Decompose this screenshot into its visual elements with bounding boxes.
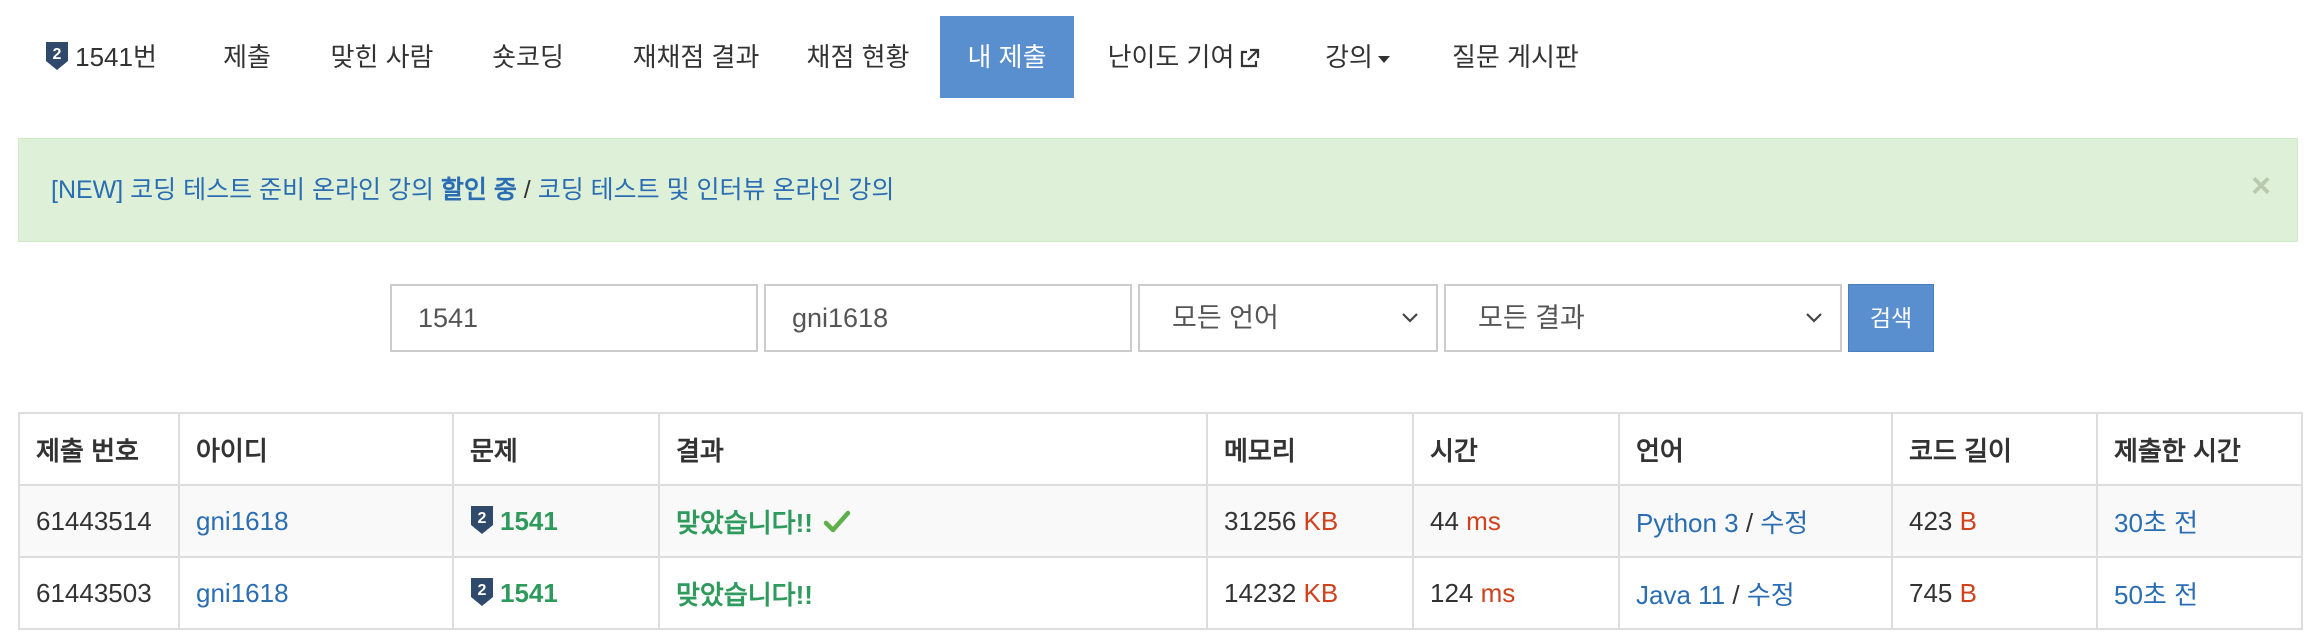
time-value: 44 xyxy=(1430,505,1459,536)
submitted-time-link[interactable]: 30초 전 xyxy=(2114,508,2198,538)
time-unit: ms xyxy=(1480,577,1516,608)
code-length-cell: 745 B xyxy=(1891,556,2098,630)
table-header-row: 제출 번호 아이디 문제 결과 메모리 시간 언어 코드 길이 제출한 시간 xyxy=(18,412,2303,486)
time-cell: 44 ms xyxy=(1412,484,1620,558)
table-row: 61443503 gni1618 2 1541 맞았습니다!! 14232 KB… xyxy=(18,556,2303,630)
user-link[interactable]: gni1618 xyxy=(196,506,289,536)
tab-problem-label: 1541번 xyxy=(75,42,157,72)
tab-my-submissions[interactable]: 내 제출 xyxy=(940,16,1074,98)
alert-separator: / xyxy=(516,176,538,204)
header-result: 결과 xyxy=(658,412,1208,486)
time-value: 124 xyxy=(1430,577,1474,608)
memory-value: 31256 xyxy=(1224,505,1297,536)
problem-number: 1541 xyxy=(500,506,558,536)
tab-solvers[interactable]: 맞힌 사람 xyxy=(316,16,448,98)
memory-cell: 31256 KB xyxy=(1206,484,1414,558)
time-cell: 124 ms xyxy=(1412,556,1620,630)
problem-link[interactable]: 2 1541 xyxy=(470,578,558,608)
promo-link-coding-test-course[interactable]: [NEW] 코딩 테스트 준비 온라인 강의 할인 중 xyxy=(51,176,517,204)
header-code-length: 코드 길이 xyxy=(1891,412,2098,486)
header-memory: 메모리 xyxy=(1206,412,1414,486)
code-length-cell: 423 B xyxy=(1891,484,2098,558)
problem-number: 1541 xyxy=(500,578,558,608)
svg-text:2: 2 xyxy=(53,46,62,63)
tab-short-coding-label: 숏코딩 xyxy=(492,42,564,72)
header-submission-id: 제출 번호 xyxy=(18,412,180,486)
language-separator: / xyxy=(1725,579,1747,610)
submission-id: 61443503 xyxy=(18,556,180,630)
code-length-unit: B xyxy=(1959,577,1977,608)
promo-link-interview-course[interactable]: 코딩 테스트 및 인터뷰 온라인 강의 xyxy=(538,176,895,204)
code-length-unit: B xyxy=(1959,505,1977,536)
memory-unit: KB xyxy=(1303,505,1339,536)
level-badge-icon: 2 xyxy=(46,42,69,70)
submitted-time-link[interactable]: 50초 전 xyxy=(2114,580,2198,610)
result-select-value: 모든 결과 xyxy=(1478,303,1585,333)
header-submitted-at: 제출한 시간 xyxy=(2096,412,2303,486)
result-accepted: 맞았습니다!! xyxy=(676,579,813,610)
language-link[interactable]: Python 3 xyxy=(1636,508,1739,538)
promo-alert: [NEW] 코딩 테스트 준비 온라인 강의 할인 중 / 코딩 테스트 및 인… xyxy=(18,138,2298,242)
caret-down-icon xyxy=(1377,56,1390,64)
tab-qna-label: 질문 게시판 xyxy=(1452,42,1579,72)
check-icon xyxy=(823,510,851,532)
problem-menu: 2 1541번 제출 맞힌 사람 숏코딩 재채점 결과 채점 현황 내 제출 난… xyxy=(0,0,2320,98)
language-cell: Java 11 / 수정 xyxy=(1618,556,1893,630)
memory-cell: 14232 KB xyxy=(1206,556,1414,630)
language-cell: Python 3 / 수정 xyxy=(1618,484,1893,558)
header-language: 언어 xyxy=(1618,412,1893,486)
alert-message: [NEW] 코딩 테스트 준비 온라인 강의 할인 중 / 코딩 테스트 및 인… xyxy=(51,139,894,241)
code-length-value: 745 xyxy=(1909,577,1953,608)
problem-id-input[interactable]: 1541 xyxy=(390,284,758,352)
svg-text:2: 2 xyxy=(478,510,487,527)
language-link[interactable]: Java 11 xyxy=(1636,580,1725,610)
header-problem: 문제 xyxy=(452,412,660,486)
user-link[interactable]: gni1618 xyxy=(196,578,289,608)
tab-difficulty-label: 난이도 기여 xyxy=(1107,42,1235,72)
problem-link[interactable]: 2 1541 xyxy=(470,506,558,536)
edit-link[interactable]: 수정 xyxy=(1760,508,1808,538)
submission-id: 61443514 xyxy=(18,484,180,558)
language-select-value: 모든 언어 xyxy=(1172,303,1279,333)
tab-solvers-label: 맞힌 사람 xyxy=(330,42,434,72)
level-badge-icon: 2 xyxy=(471,506,493,534)
tab-submit-label: 제출 xyxy=(223,42,271,72)
external-link-icon xyxy=(1241,49,1260,68)
tab-rejudge-label: 재채점 결과 xyxy=(632,42,760,72)
result-select[interactable]: 모든 결과 xyxy=(1444,284,1842,352)
edit-link[interactable]: 수정 xyxy=(1747,580,1795,610)
user-id-input[interactable]: gni1618 xyxy=(764,284,1132,352)
tab-my-submissions-label: 내 제출 xyxy=(967,42,1047,72)
memory-unit: KB xyxy=(1303,577,1339,608)
tab-rejudge[interactable]: 재채점 결과 xyxy=(612,16,780,98)
tab-lectures-label: 강의 xyxy=(1325,42,1373,72)
tab-lectures-dropdown[interactable]: 강의 xyxy=(1322,16,1394,98)
language-select[interactable]: 모든 언어 xyxy=(1138,284,1438,352)
tab-short-coding[interactable]: 숏코딩 xyxy=(478,16,578,98)
code-length-value: 423 xyxy=(1909,505,1953,536)
chevron-down-icon xyxy=(1806,313,1822,323)
tab-submit[interactable]: 제출 xyxy=(198,16,296,98)
language-separator: / xyxy=(1738,507,1761,538)
search-button[interactable]: 검색 xyxy=(1848,284,1934,352)
tab-status[interactable]: 채점 현황 xyxy=(798,16,918,98)
chevron-down-icon xyxy=(1402,313,1418,323)
submission-status-table: 제출 번호 아이디 문제 결과 메모리 시간 언어 코드 길이 제출한 시간 6… xyxy=(18,412,2303,630)
tab-qna-board[interactable]: 질문 게시판 xyxy=(1452,16,1579,98)
tab-problem[interactable]: 2 1541번 xyxy=(28,16,174,98)
header-user-id: 아이디 xyxy=(178,412,454,486)
svg-text:2: 2 xyxy=(478,582,487,599)
tab-difficulty-contribution[interactable]: 난이도 기여 xyxy=(1104,16,1264,98)
level-badge-icon: 2 xyxy=(471,578,493,606)
table-row: 61443514 gni1618 2 1541 맞았습니다!! 31256 KB… xyxy=(18,484,2303,558)
tab-status-label: 채점 현황 xyxy=(806,42,910,72)
discount-label: 할인 중 xyxy=(440,176,517,204)
header-time: 시간 xyxy=(1412,412,1620,486)
close-icon[interactable]: × xyxy=(2251,169,2271,203)
memory-value: 14232 xyxy=(1224,577,1297,608)
time-unit: ms xyxy=(1466,505,1501,536)
result-accepted: 맞았습니다!! xyxy=(676,507,813,538)
promo-link-text: [NEW] 코딩 테스트 준비 온라인 강의 xyxy=(51,176,441,204)
